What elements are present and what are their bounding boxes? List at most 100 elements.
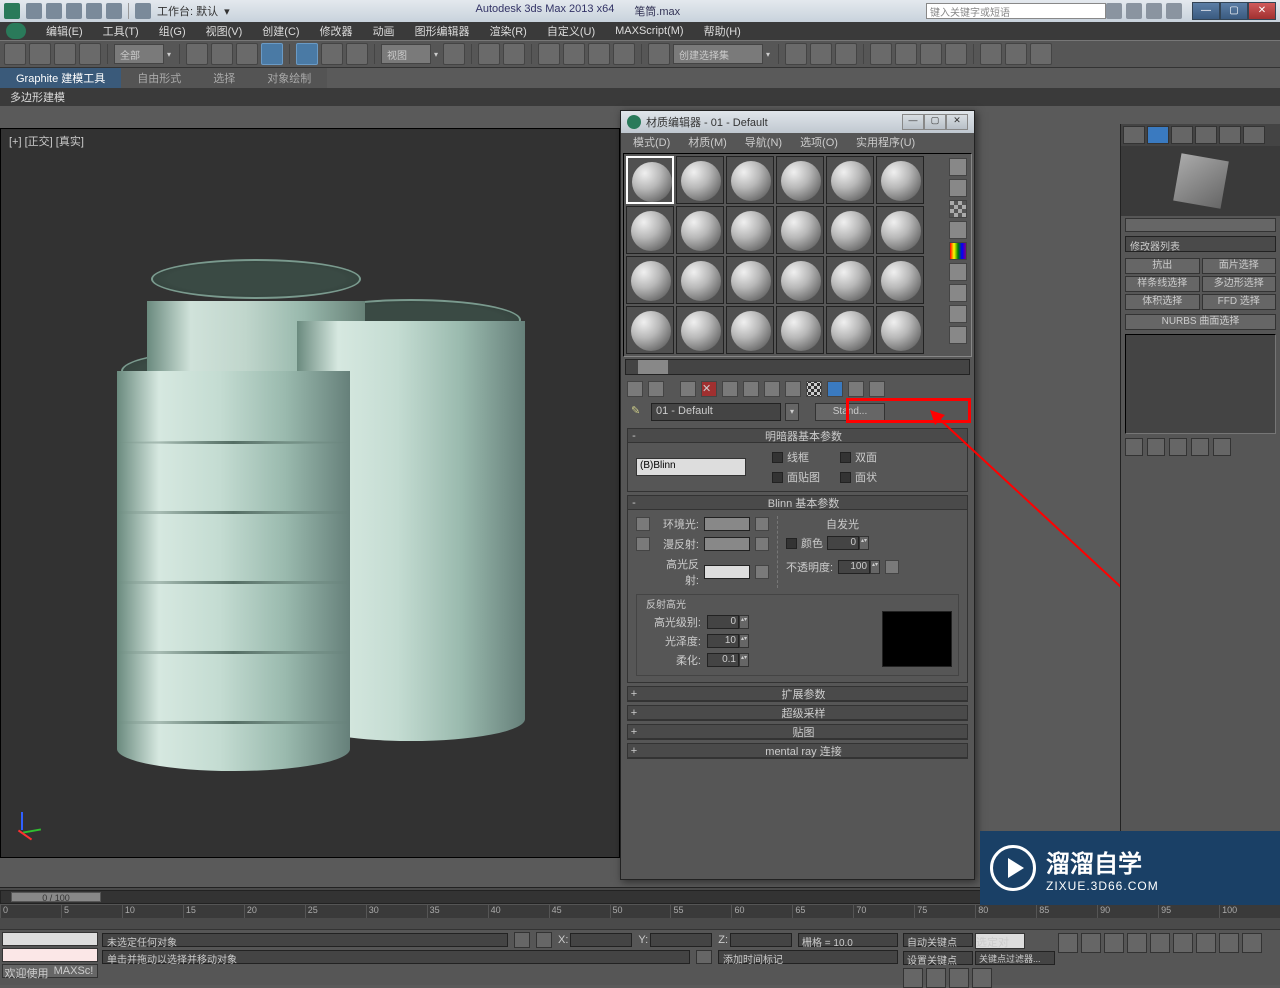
schematic-view-icon[interactable] [920,43,942,65]
put-to-scene-icon[interactable] [648,381,664,397]
get-material-icon[interactable] [627,381,643,397]
menu-animation[interactable]: 动画 [363,21,405,41]
pan-icon[interactable] [1219,933,1239,953]
sample-slot[interactable] [626,206,674,254]
select-byname-icon[interactable] [211,43,233,65]
menu-modifiers[interactable]: 修改器 [310,21,363,41]
sample-scrollbar[interactable] [625,359,970,375]
material-id-icon[interactable] [785,381,801,397]
menu-maxscript[interactable]: MAXScript(M) [605,23,693,39]
time-ruler[interactable]: 0510152025303540455055606570758085909510… [0,904,1280,918]
sample-slot[interactable] [776,306,824,354]
menu-customize[interactable]: 自定义(U) [537,21,605,41]
mod-btn-nurbs[interactable]: NURBS 曲面选择 [1125,314,1276,330]
reset-map-icon[interactable]: ✕ [701,381,717,397]
mat-minimize-button[interactable]: — [902,114,924,130]
goto-start-icon[interactable] [1058,933,1078,953]
ambient-map-icon[interactable] [755,517,769,531]
sample-slot[interactable] [776,156,824,204]
undo-icon[interactable] [4,43,26,65]
spinner-arrows-icon[interactable]: ▴▾ [739,634,749,648]
keyfilter-button[interactable]: 关键点过滤器... [975,951,1055,965]
display-tab-icon[interactable] [1219,126,1241,144]
sample-slot[interactable] [826,256,874,304]
sample-slot[interactable] [676,206,724,254]
rendered-frame-icon[interactable] [1005,43,1027,65]
workspace-label[interactable]: 工作台: 默认 [157,3,218,19]
link-icon[interactable] [54,43,76,65]
sample-slot[interactable] [726,206,774,254]
app-menu-button[interactable] [6,23,26,39]
mat-maximize-button[interactable]: ▢ [924,114,946,130]
rollout-supersample[interactable]: +超级采样 [627,705,968,721]
sample-slot[interactable] [726,306,774,354]
namedsel-arrow-icon[interactable]: ▾ [766,50,772,59]
play-icon[interactable] [1104,933,1124,953]
render-setup-icon[interactable] [980,43,1002,65]
spinner-snap-icon[interactable] [613,43,635,65]
material-type-button[interactable]: Stand... [815,403,885,421]
ambient-lock-icon[interactable] [636,517,650,531]
ambient-swatch[interactable] [704,517,750,531]
minimize-button[interactable]: — [1192,2,1220,20]
tab-objectpaint[interactable]: 对象绘制 [251,68,327,88]
rollout-title[interactable]: Blinn 基本参数 [640,495,967,511]
sample-slot[interactable] [776,256,824,304]
select-rotate-icon[interactable] [321,43,343,65]
menu-create[interactable]: 创建(C) [252,21,309,41]
key-filter-dropdown[interactable]: 选定对 [975,933,1025,949]
sample-slot[interactable] [826,156,874,204]
collapse-icon[interactable]: - [628,497,640,509]
zoom-extents-icon[interactable] [903,968,923,988]
selfillum-value[interactable]: 0 [827,536,859,550]
go-to-parent-icon[interactable] [848,381,864,397]
sample-slot[interactable] [726,256,774,304]
sample-slot[interactable] [876,156,924,204]
show-end-result-icon[interactable] [1147,438,1165,456]
make-copy-icon[interactable] [722,381,738,397]
options-icon[interactable] [949,284,967,302]
sample-slot[interactable] [626,156,674,204]
faceted-checkbox[interactable]: 面状 [840,469,877,485]
diffuse-swatch[interactable] [704,537,750,551]
zoom-icon[interactable] [1242,933,1262,953]
material-editor-window[interactable]: 材质编辑器 - 01 - Default — ▢ ✕ 模式(D) 材质(M) 导… [620,110,975,880]
viewport[interactable]: [+] [正交] [真实] [0,128,620,858]
motion-tab-icon[interactable] [1195,126,1217,144]
rollout-mentalray[interactable]: +mental ray 连接 [627,743,968,759]
qat-undo-icon[interactable] [86,3,102,19]
select-scale-icon[interactable] [346,43,368,65]
collapse-icon[interactable]: - [628,430,640,442]
specular-map-icon[interactable] [755,565,769,579]
spinner-arrows-icon[interactable]: ▴▾ [870,560,880,574]
viewport-label[interactable]: [+] [正交] [真实] [9,133,84,149]
make-unique-icon[interactable] [1169,438,1187,456]
select-bymaterial-icon[interactable] [949,305,967,323]
sample-slot[interactable] [626,256,674,304]
sample-uv-icon[interactable] [949,221,967,239]
viewcube[interactable] [1121,146,1280,216]
spinner-arrows-icon[interactable]: ▴▾ [859,536,869,550]
menu-views[interactable]: 视图(V) [196,21,253,41]
soften[interactable]: 0.1 [707,653,739,667]
sample-type-icon[interactable] [949,158,967,176]
timetag-icon[interactable] [696,950,712,964]
tab-graphite[interactable]: Graphite 建模工具 [0,68,121,88]
setkey-button[interactable]: 设置关键点 [903,951,973,965]
infocenter-icon[interactable] [1106,3,1122,19]
lock-selection-icon[interactable] [514,932,530,948]
put-to-library-icon[interactable] [764,381,780,397]
next-frame-icon[interactable] [1127,933,1147,953]
maximize-viewport-icon[interactable] [972,968,992,988]
spinner-arrows-icon[interactable]: ▴▾ [739,615,749,629]
render-production-icon[interactable] [1030,43,1052,65]
help-icon[interactable] [1166,3,1182,19]
material-name-input[interactable]: 01 - Default [651,403,781,421]
sample-slot[interactable] [826,306,874,354]
diffuse-lock-icon[interactable] [636,537,650,551]
utilities-tab-icon[interactable] [1243,126,1265,144]
selection-filter[interactable]: 全部 [114,44,164,64]
show-end-result-icon[interactable] [827,381,843,397]
qat-redo-icon[interactable] [106,3,122,19]
two-sided-checkbox[interactable]: 双面 [840,449,877,465]
